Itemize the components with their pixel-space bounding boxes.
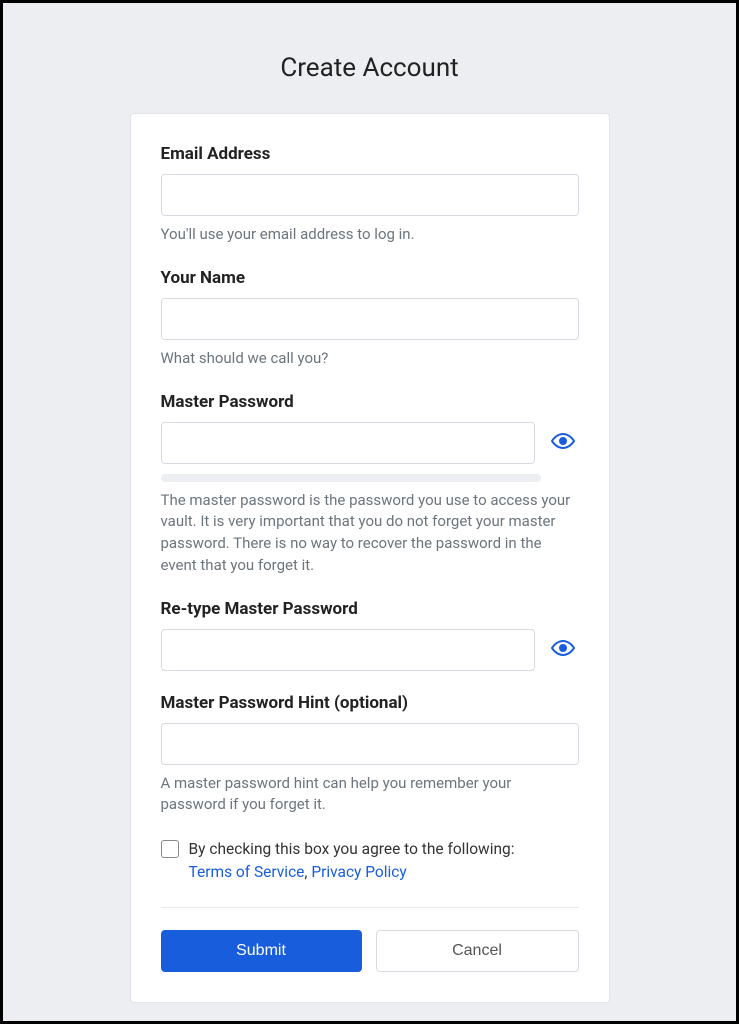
eye-icon bbox=[551, 429, 575, 456]
password-hint-label: Master Password Hint (optional) bbox=[161, 693, 579, 713]
email-group: Email Address You'll use your email addr… bbox=[161, 144, 579, 246]
button-row: Submit Cancel bbox=[161, 930, 579, 972]
retype-master-password-label: Re-type Master Password bbox=[161, 599, 579, 619]
cancel-button[interactable]: Cancel bbox=[376, 930, 579, 972]
agreement-row: By checking this box you agree to the fo… bbox=[161, 838, 579, 885]
page-title: Create Account bbox=[280, 53, 458, 83]
master-password-label: Master Password bbox=[161, 392, 579, 412]
agreement-text: By checking this box you agree to the fo… bbox=[189, 840, 515, 858]
password-hint-input[interactable] bbox=[161, 723, 579, 765]
name-label: Your Name bbox=[161, 268, 579, 288]
name-group: Your Name What should we call you? bbox=[161, 268, 579, 370]
name-hint: What should we call you? bbox=[161, 348, 579, 370]
submit-button[interactable]: Submit bbox=[161, 930, 362, 972]
email-input[interactable] bbox=[161, 174, 579, 216]
email-hint: You'll use your email address to log in. bbox=[161, 224, 579, 246]
divider bbox=[161, 907, 579, 908]
password-hint-help: A master password hint can help you reme… bbox=[161, 773, 579, 817]
privacy-policy-link[interactable]: Privacy Policy bbox=[311, 863, 406, 881]
eye-icon bbox=[551, 636, 575, 663]
email-label: Email Address bbox=[161, 144, 579, 164]
agreement-text-container: By checking this box you agree to the fo… bbox=[189, 838, 515, 885]
retype-master-password-group: Re-type Master Password bbox=[161, 599, 579, 671]
terms-of-service-link[interactable]: Terms of Service bbox=[189, 863, 305, 881]
master-password-hint-text: The master password is the password you … bbox=[161, 490, 579, 577]
create-account-form: Email Address You'll use your email addr… bbox=[130, 113, 610, 1003]
master-password-group: Master Password The master password is t… bbox=[161, 392, 579, 577]
agreement-checkbox[interactable] bbox=[161, 840, 179, 858]
retype-master-password-input[interactable] bbox=[161, 629, 535, 671]
password-hint-group: Master Password Hint (optional) A master… bbox=[161, 693, 579, 817]
password-strength-meter bbox=[161, 474, 541, 482]
toggle-retype-password-visibility-button[interactable] bbox=[547, 632, 579, 667]
name-input[interactable] bbox=[161, 298, 579, 340]
toggle-master-password-visibility-button[interactable] bbox=[547, 425, 579, 460]
master-password-input[interactable] bbox=[161, 422, 535, 464]
